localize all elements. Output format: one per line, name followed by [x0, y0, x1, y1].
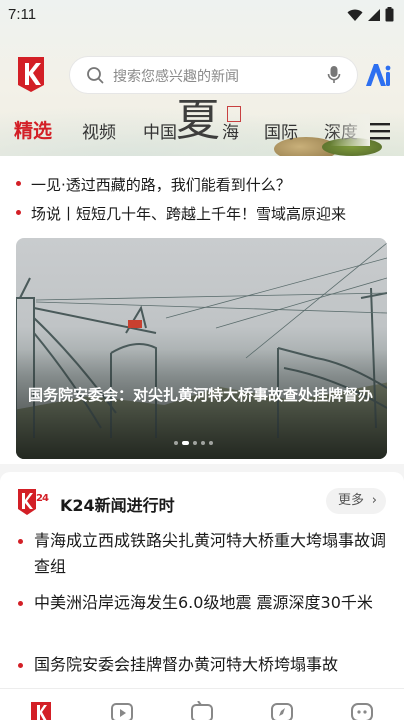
tabs-fade — [330, 114, 370, 146]
microphone-icon[interactable] — [327, 65, 341, 85]
main-feed: 一见·透过西藏的路，我们能看到什么？ 场说丨短短几十年、跨越上千年！雪域高原迎来 — [0, 156, 404, 464]
home-icon[interactable] — [30, 701, 52, 720]
banner-caption: 国务院安委会：对尖扎黄河特大桥事故查处挂牌督办 — [28, 386, 374, 404]
headline-text: 一见·透过西藏的路，我们能看到什么？ — [31, 176, 291, 194]
wifi-icon — [347, 9, 363, 21]
bullet-dot — [18, 539, 23, 544]
hamburger-menu-icon[interactable] — [370, 122, 390, 140]
headline-item[interactable]: 一见·透过西藏的路，我们能看到什么？ — [16, 174, 388, 195]
bullet-dot — [16, 210, 21, 215]
k-logo-icon[interactable] — [16, 55, 46, 93]
battery-icon — [385, 7, 394, 22]
video-icon[interactable] — [111, 701, 133, 720]
news-text: 中美洲沿岸远海发生6.0级地震 震源深度30千米 — [34, 593, 373, 612]
news-text: 国务院安委会挂牌督办黄河特大桥垮塌事故 — [34, 655, 339, 674]
tab-featured[interactable]: 精选 — [14, 116, 52, 143]
header: 7:11 搜索您感兴趣的新闻 夏 精选 视频 中国 海 国际 深度 — [0, 0, 404, 156]
ai-assistant-icon[interactable] — [362, 60, 392, 90]
bullet-dot — [18, 601, 23, 606]
bullet-dot — [18, 663, 23, 668]
carousel-dot-active — [182, 441, 189, 445]
headline-text: 场说丨短短几十年、跨越上千年！雪域高原迎来 — [31, 205, 347, 223]
status-time: 7:11 — [8, 6, 37, 23]
tab-sea[interactable]: 海 — [222, 118, 239, 143]
tab-video[interactable]: 视频 — [82, 118, 116, 143]
carousel-dot — [201, 441, 205, 445]
channel-tabs: 精选 视频 中国 海 国际 深度 — [0, 114, 404, 146]
profile-icon[interactable] — [351, 701, 373, 720]
carousel-dot — [193, 441, 197, 445]
tv-icon[interactable] — [191, 701, 213, 720]
k24-news-section: 2 4 K24新闻进行时 更多 › 青海成立西成铁路尖扎黄河特大桥重大垮塌事故调… — [0, 472, 404, 688]
more-label: 更多 — [338, 493, 365, 508]
status-bar: 7:11 — [0, 0, 404, 32]
discover-icon[interactable] — [271, 701, 293, 720]
search-placeholder: 搜索您感兴趣的新闻 — [113, 69, 239, 85]
search-icon — [87, 67, 104, 84]
more-button[interactable]: 更多 › — [326, 488, 386, 514]
news-item[interactable]: 中美洲沿岸远海发生6.0级地震 震源深度30千米 — [18, 590, 388, 616]
tab-international[interactable]: 国际 — [264, 118, 298, 143]
bottom-nav — [0, 688, 404, 720]
carousel-indicator — [174, 441, 213, 445]
signal-icon — [368, 8, 380, 21]
status-icons — [347, 7, 394, 22]
k24-logo-icon: 2 4 — [18, 489, 49, 515]
tab-china[interactable]: 中国 — [143, 118, 177, 143]
featured-banner[interactable]: 国务院安委会：对尖扎黄河特大桥事故查处挂牌督办 — [16, 238, 387, 459]
carousel-dot — [174, 441, 178, 445]
news-item[interactable]: 青海成立西成铁路尖扎黄河特大桥重大垮塌事故调查组 — [18, 528, 388, 580]
svg-text:4: 4 — [42, 493, 49, 504]
section-title: K24新闻进行时 — [60, 496, 175, 515]
bullet-dot — [16, 181, 21, 186]
chevron-right-icon: › — [371, 493, 377, 508]
carousel-dot — [209, 441, 213, 445]
news-item[interactable]: 国务院安委会挂牌督办黄河特大桥垮塌事故 — [18, 652, 388, 678]
headline-item[interactable]: 场说丨短短几十年、跨越上千年！雪域高原迎来 — [16, 203, 388, 224]
news-text: 青海成立西成铁路尖扎黄河特大桥重大垮塌事故调查组 — [34, 531, 387, 576]
